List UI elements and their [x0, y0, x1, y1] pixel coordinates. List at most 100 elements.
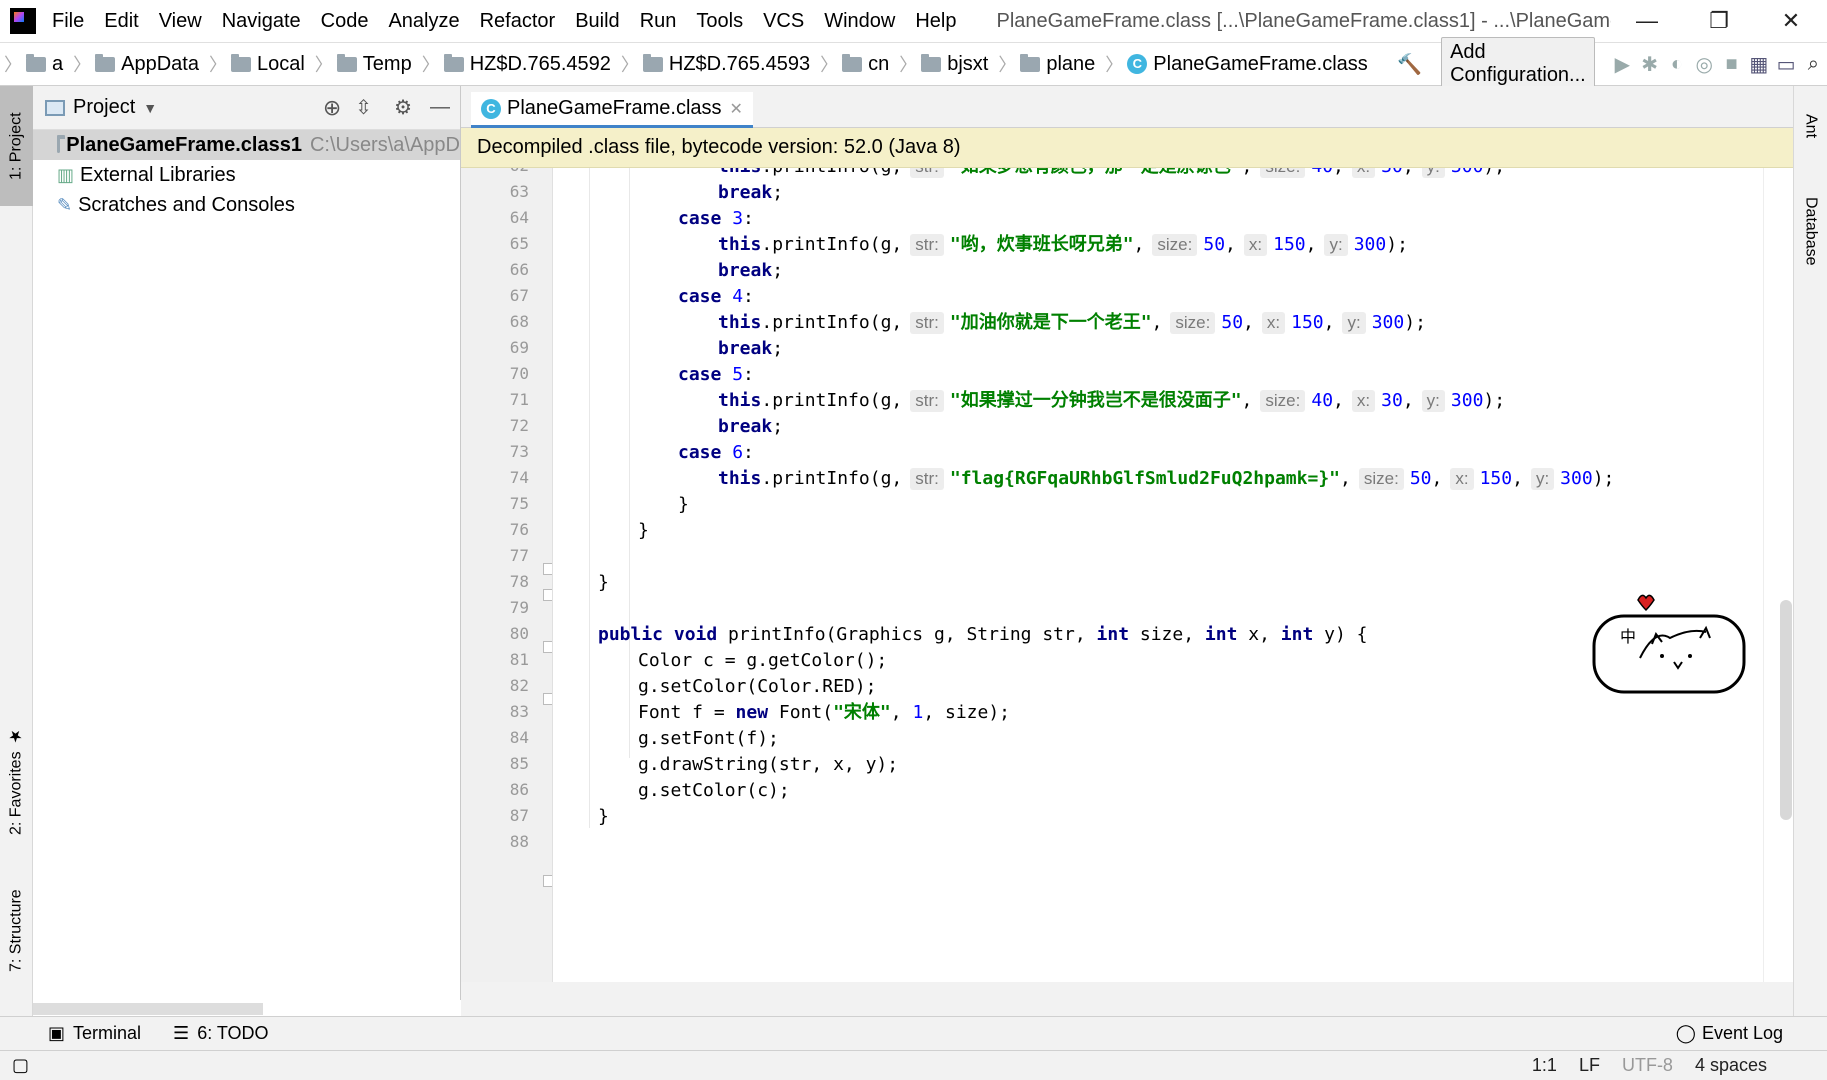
number-literal: 300: [1560, 468, 1593, 489]
line-number: 88: [509, 832, 529, 851]
breadcrumb-bjsxt[interactable]: bjsxt: [921, 53, 988, 76]
breadcrumb-plane[interactable]: plane: [1020, 53, 1095, 76]
menu-refactor[interactable]: Refactor: [480, 10, 556, 33]
scrollbar-thumb[interactable]: [1780, 600, 1792, 820]
tab-favorites-label: 2: Favorites: [7, 751, 25, 836]
folder-icon: [842, 53, 863, 72]
breadcrumb-file[interactable]: C PlaneGameFrame.class: [1127, 53, 1368, 76]
number-literal: 5: [732, 364, 744, 385]
breadcrumb-hz4592[interactable]: HZ$D.765.4592: [443, 52, 611, 76]
tab-ant[interactable]: Ant: [1794, 96, 1827, 156]
close-tab-icon[interactable]: ✕: [730, 99, 743, 119]
folder-icon: [57, 134, 66, 153]
menu-window[interactable]: Window: [824, 10, 895, 33]
indent-guide: [589, 168, 590, 828]
presentation-icon[interactable]: ▭: [1772, 49, 1799, 79]
close-button[interactable]: ✕: [1755, 8, 1827, 34]
tree-item-external-libraries[interactable]: ▥ External Libraries: [33, 160, 460, 190]
locate-file-icon[interactable]: ⊕: [323, 95, 341, 121]
toggle-tool-windows-icon[interactable]: ▢: [12, 1055, 29, 1076]
collapse-all-icon[interactable]: ⇳: [355, 95, 372, 120]
fold-marker-icon[interactable]: [543, 589, 552, 601]
menu-build[interactable]: Build: [575, 10, 619, 33]
fold-marker-icon[interactable]: [543, 875, 552, 887]
tab-structure[interactable]: 7: Structure: [0, 866, 33, 996]
menu-edit[interactable]: Edit: [104, 10, 138, 33]
add-configuration-button[interactable]: Add Configuration...: [1441, 37, 1595, 91]
build-hammer-icon[interactable]: 🔨: [1396, 49, 1423, 79]
project-structure-icon[interactable]: ▦: [1745, 49, 1772, 79]
fold-marker-icon[interactable]: [543, 693, 552, 705]
menu-tools[interactable]: Tools: [696, 10, 743, 33]
breadcrumb-hz4593[interactable]: HZ$D.765.4593: [642, 52, 811, 76]
line-number: 71: [509, 390, 529, 409]
dropdown-arrow-icon[interactable]: ▼: [143, 100, 157, 116]
indent-setting[interactable]: 4 spaces: [1695, 1055, 1767, 1076]
chevron-right-icon: 〉: [998, 55, 1017, 75]
todo-tab[interactable]: 6: TODO: [197, 1023, 268, 1044]
project-horizontal-scrollbar[interactable]: [33, 1000, 461, 1016]
menu-view[interactable]: View: [159, 10, 202, 33]
menu-code[interactable]: Code: [321, 10, 369, 33]
tab-project-label: 1: Project: [7, 112, 25, 180]
scrollbar-thumb[interactable]: [33, 1003, 263, 1015]
hide-panel-icon[interactable]: —: [430, 96, 450, 119]
navigation-bar: 〉 a 〉 AppData 〉 Local 〉 Temp 〉 HZ$D.765.…: [0, 37, 1827, 91]
line-separator[interactable]: LF: [1579, 1055, 1600, 1076]
menu-navigate[interactable]: Navigate: [222, 10, 301, 33]
search-icon[interactable]: ⌕: [1800, 49, 1827, 79]
chevron-right-icon: 〉: [421, 55, 440, 75]
fold-marker-icon[interactable]: [543, 563, 552, 575]
restore-button[interactable]: ❐: [1683, 8, 1755, 34]
menu-analyze[interactable]: Analyze: [388, 10, 459, 33]
fold-marker-icon[interactable]: [543, 641, 552, 653]
folder-icon: [1020, 53, 1041, 72]
breadcrumb-cn[interactable]: cn: [842, 53, 889, 76]
menu-help[interactable]: Help: [915, 10, 956, 33]
chevron-right-icon: 〉: [208, 55, 227, 75]
code-line-78: }: [598, 572, 609, 593]
project-panel-header: Project ▼ ⊕ ⇳ ⚙ —: [33, 86, 460, 130]
code-line-71: this.printInfo(g, str: "如果撑过一分钟我岂不是很没面子", s…: [718, 390, 1506, 412]
breadcrumb-label: a: [52, 52, 64, 75]
event-log-tab[interactable]: Event Log: [1702, 1023, 1783, 1044]
terminal-tab[interactable]: Terminal: [73, 1023, 141, 1044]
gear-icon[interactable]: ⚙: [394, 95, 412, 120]
menu-file[interactable]: File: [52, 10, 84, 33]
file-encoding[interactable]: UTF-8: [1622, 1055, 1673, 1076]
editor-vertical-scrollbar[interactable]: [1763, 168, 1793, 982]
breadcrumb-label: HZ$D.765.4592: [469, 52, 611, 75]
debug-icon[interactable]: ✱: [1636, 49, 1663, 79]
profile-icon[interactable]: ◎: [1691, 49, 1718, 79]
tab-project[interactable]: 1: Project: [0, 86, 33, 206]
code-editor[interactable]: this.printInfo(g,str:"如果梦想有颜色，那一定是原谅色",s…: [553, 168, 1763, 982]
coverage-icon[interactable]: ◐: [1663, 49, 1690, 79]
menu-vcs[interactable]: VCS: [763, 10, 804, 33]
decompiled-banner: Decompiled .class file, bytecode version…: [461, 128, 1793, 168]
terminal-icon: ▣: [48, 1023, 66, 1043]
menu-run[interactable]: Run: [640, 10, 677, 33]
todo-icon: ☰: [173, 1023, 190, 1043]
code-line-65: this.printInfo(g, str: "哟，炊事班长呀兄弟", size: 50…: [718, 234, 1408, 256]
breadcrumb-label: HZ$D.765.4593: [668, 52, 811, 75]
tree-item-class1[interactable]: PlaneGameFrame.class1 C:\Users\a\AppD: [33, 130, 460, 160]
tab-favorites[interactable]: 2: Favorites ★: [0, 706, 33, 856]
breadcrumb-a[interactable]: a: [26, 53, 63, 76]
stop-icon[interactable]: ■: [1718, 49, 1745, 79]
chevron-right-icon: 〉: [1105, 55, 1124, 75]
number-literal: 4: [732, 286, 744, 307]
project-panel-title[interactable]: Project: [73, 96, 135, 119]
tab-database[interactable]: Database: [1794, 176, 1827, 286]
caret-position[interactable]: 1:1: [1532, 1055, 1557, 1076]
minimize-button[interactable]: —: [1611, 8, 1683, 34]
line-number: 75: [509, 494, 529, 513]
number-literal: 30: [1381, 390, 1403, 411]
line-number: 79: [509, 598, 529, 617]
breadcrumb-appdata[interactable]: AppData: [95, 53, 199, 76]
breadcrumb-label: plane: [1046, 52, 1096, 75]
tree-item-scratches[interactable]: ✎ Scratches and Consoles: [33, 190, 460, 220]
run-icon[interactable]: ▶: [1609, 49, 1636, 79]
breadcrumb-temp[interactable]: Temp: [336, 53, 412, 76]
breadcrumb-local[interactable]: Local: [230, 53, 305, 76]
editor-tab-planegameframe[interactable]: C PlaneGameFrame.class ✕: [471, 92, 753, 128]
